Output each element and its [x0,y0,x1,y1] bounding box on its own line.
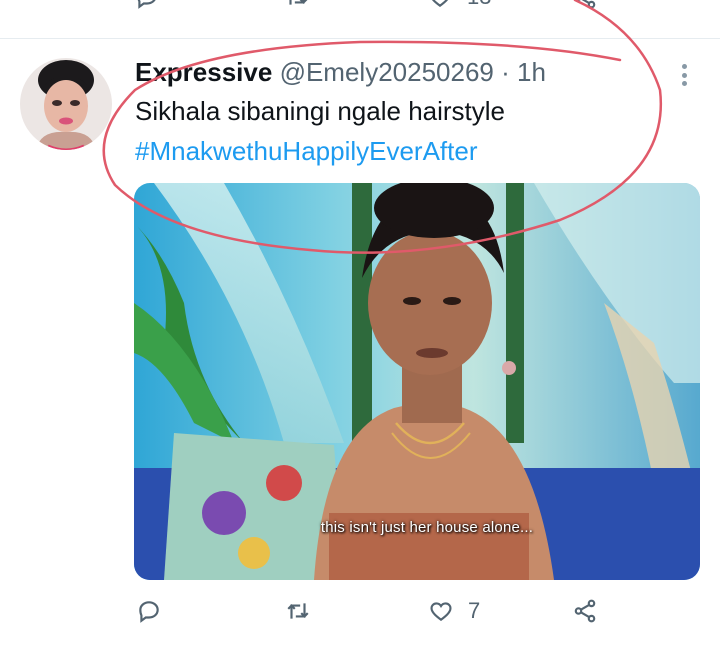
like-button[interactable]: 7 [428,598,480,624]
avatar[interactable] [20,58,112,150]
reply-button[interactable] [136,598,162,624]
prev-retweet-button[interactable] [284,0,310,10]
avatar-image [20,58,112,150]
retweet-button[interactable] [285,598,311,624]
header-separator: · [501,57,510,87]
prev-reply-button[interactable] [134,0,160,10]
previous-tweet-actions: 13 [0,0,720,18]
share-icon [576,0,596,9]
tweet-header: Expressive @Emely20250269 · 1h [135,57,546,88]
like-count: 7 [468,598,481,623]
retweet-icon [289,0,308,5]
prev-like-count: 13 [467,0,491,10]
heart-icon [430,602,452,621]
prev-share-button[interactable] [572,0,598,10]
hashtag-link[interactable]: #MnakwethuHappilyEverAfter [135,136,478,167]
reply-icon [137,0,156,9]
heart-icon [431,0,449,7]
tweet-media[interactable]: this isn't just her house alone... [134,183,700,580]
tweet-divider [0,38,720,39]
prev-like-button[interactable]: 13 [427,0,491,10]
user-handle[interactable]: @Emely20250269 [280,57,494,87]
share-icon [574,599,596,623]
more-options-icon[interactable] [672,60,696,90]
retweet-icon [287,603,309,619]
display-name[interactable]: Expressive [135,57,272,87]
share-button[interactable] [572,598,598,624]
tweet-text: Sikhala sibaningi ngale hairstyle [135,96,506,126]
reply-icon [139,601,159,623]
media-subtitle: this isn't just her house alone... [320,519,534,536]
tweet-time[interactable]: 1h [517,57,546,87]
tweet-actions: 7 [0,596,720,632]
